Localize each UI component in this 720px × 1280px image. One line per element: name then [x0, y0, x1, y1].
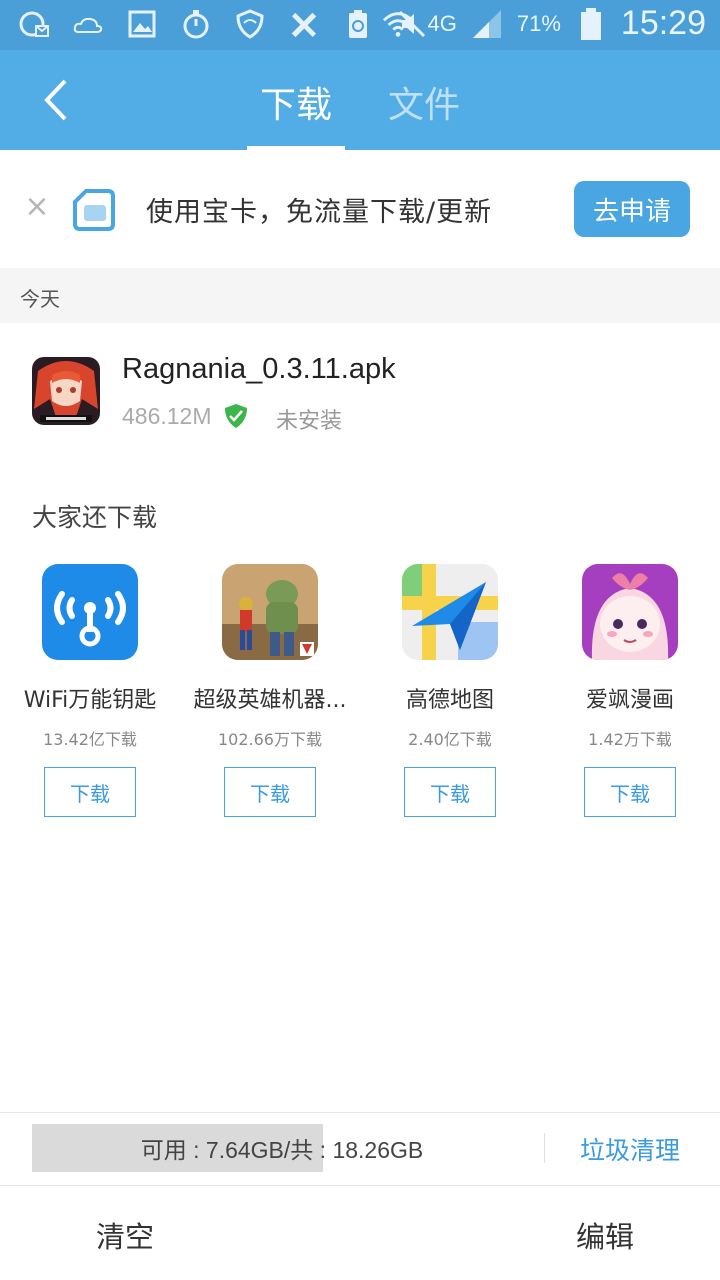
recommend-app-downloads: 1.42万下载	[588, 730, 672, 749]
promo-banner: × 使用宝卡，免流量下载/更新 去申请	[0, 150, 720, 268]
recommend-app: 爱飒漫画 1.42万下载 下载	[540, 564, 720, 824]
back-button[interactable]	[30, 74, 82, 126]
status-right-icons: 4G 71% 15:29	[382, 4, 706, 43]
install-status: 未安装	[276, 409, 343, 434]
recommend-grid: WiFi万能钥匙 13.42亿下载 下载 超级英雄机器... 102.66万下载	[0, 564, 720, 824]
manga-icon[interactable]	[582, 564, 678, 660]
recommend-title: 大家还下载	[32, 503, 158, 532]
clock: 15:29	[620, 4, 706, 42]
clear-button[interactable]: 清空	[96, 1214, 154, 1256]
close-icon[interactable]: ×	[22, 192, 52, 222]
tab-files[interactable]: 文件	[388, 76, 460, 128]
download-file-name: Ragnania_0.3.11.apk	[122, 353, 396, 385]
battery-icon	[575, 7, 607, 40]
apply-button[interactable]: 去申请	[574, 181, 690, 237]
battery-saver-icon	[342, 8, 374, 40]
status-bar: 4G 71% 15:29	[0, 0, 720, 50]
weather-icon	[72, 8, 104, 40]
verified-shield-icon	[224, 403, 248, 429]
cleanup-button[interactable]: 垃圾清理	[580, 1131, 680, 1167]
battery-percent: 71%	[516, 10, 561, 36]
edit-button[interactable]: 编辑	[576, 1214, 634, 1256]
recommend-app-downloads: 102.66万下载	[218, 730, 322, 749]
recommend-app: WiFi万能钥匙 13.42亿下载 下载	[0, 564, 180, 824]
gallery-icon	[126, 8, 158, 40]
tools-icon	[288, 8, 320, 40]
recommend-download-button[interactable]: 下载	[404, 767, 496, 817]
storage-bar: 可用 : 7.64GB/共 : 18.26GB 垃圾清理	[0, 1112, 720, 1186]
amap-icon[interactable]	[402, 564, 498, 660]
shield-icon	[234, 8, 266, 40]
superhero-game-icon[interactable]	[222, 564, 318, 660]
storage-progress: 可用 : 7.64GB/共 : 18.26GB	[32, 1124, 532, 1172]
sim-card-icon	[72, 188, 116, 232]
recommend-app: 高德地图 2.40亿下载 下载	[360, 564, 540, 824]
divider	[544, 1133, 545, 1163]
promo-text: 使用宝卡，免流量下载/更新	[146, 197, 493, 228]
status-left-icons	[18, 8, 428, 40]
bottom-bar: 清空 编辑	[0, 1186, 720, 1280]
section-header: 今天	[0, 268, 720, 323]
chevron-left-icon	[44, 79, 67, 121]
recommend-app-name: 超级英雄机器...	[193, 688, 347, 713]
add-contact-icon	[18, 8, 50, 40]
recommend-download-button[interactable]: 下载	[584, 767, 676, 817]
download-item[interactable]: Ragnania_0.3.11.apk 486.12M 未安装	[0, 323, 720, 463]
wifi-key-icon[interactable]	[42, 564, 138, 660]
recommend-app-downloads: 13.42亿下载	[43, 730, 137, 749]
section-label: 今天	[20, 287, 60, 311]
recommend-app: 超级英雄机器... 102.66万下载 下载	[180, 564, 360, 824]
recommend-app-name: WiFi万能钥匙	[23, 688, 157, 713]
timer-icon	[180, 8, 212, 40]
tab-download[interactable]: 下载	[260, 76, 332, 128]
storage-text: 可用 : 7.64GB/共 : 18.26GB	[140, 1137, 424, 1163]
recommend-app-name: 高德地图	[405, 688, 494, 713]
recommend-app-name: 爱飒漫画	[585, 688, 674, 713]
signal-icon	[471, 8, 503, 40]
recommend-download-button[interactable]: 下载	[224, 767, 316, 817]
recommend-download-button[interactable]: 下载	[44, 767, 136, 817]
header: 下载 文件	[0, 50, 720, 150]
wifi-icon	[382, 8, 414, 40]
ragnania-app-icon	[32, 357, 100, 425]
download-file-size: 486.12M	[122, 403, 212, 429]
recommend-app-downloads: 2.40亿下载	[408, 730, 492, 749]
network-type: 4G	[427, 10, 457, 36]
